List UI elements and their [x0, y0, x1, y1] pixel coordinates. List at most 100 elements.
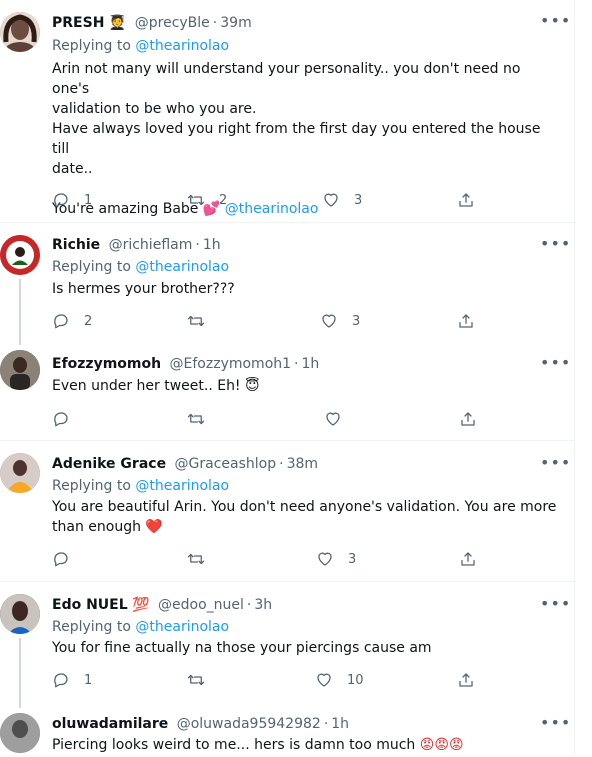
like-count: 3: [348, 551, 357, 567]
share-icon: [459, 193, 473, 207]
timestamp[interactable]: 1h: [302, 356, 320, 372]
tweet-efozzymomoh[interactable]: Efozzymomoh @Efozzymomoh1 · 1h ••• Even un…: [0, 350, 574, 440]
tweet-text: Is hermes your brother???: [52, 281, 235, 297]
like-button[interactable]: 10: [315, 670, 364, 690]
handle[interactable]: @oluwada95942982: [177, 716, 321, 732]
avatar[interactable]: [0, 713, 40, 753]
column-border: [574, 0, 575, 756]
reply-button[interactable]: 1: [52, 670, 92, 690]
avatar[interactable]: [0, 350, 40, 390]
display-name[interactable]: oluwadamilare: [52, 716, 168, 732]
handle[interactable]: @richieflam: [109, 237, 193, 253]
share-icon: [461, 412, 475, 426]
replying-to-label: Replying to: [52, 478, 131, 494]
display-name[interactable]: Adenike Grace: [52, 456, 166, 472]
tweet-presh[interactable]: PRESH 🧑‍🎓 @precyBle · 39m ••• Replying to …: [0, 0, 574, 223]
display-name[interactable]: Efozzymomoh: [52, 356, 161, 372]
thread-line: [19, 279, 21, 345]
tweet-adenike[interactable]: Adenike Grace @Graceashlop · 38m ••• Reply…: [0, 441, 574, 582]
timestamp[interactable]: 1h: [331, 716, 349, 732]
reply-button[interactable]: [52, 409, 70, 429]
retweet-button[interactable]: [187, 549, 205, 569]
reply-mention[interactable]: @thearinolao: [135, 478, 229, 494]
retweet-count: 2: [219, 192, 228, 208]
display-name[interactable]: Edo NUEL: [52, 597, 128, 613]
avatar[interactable]: [0, 453, 40, 493]
share-button[interactable]: [457, 190, 475, 210]
tweet-edo-nuel[interactable]: Edo NUEL 💯 @edoo_nuel · 3h ••• Replying to…: [0, 582, 574, 757]
like-button[interactable]: 3: [316, 549, 356, 569]
retweet-button[interactable]: 2: [187, 190, 227, 210]
avatar[interactable]: [0, 594, 40, 634]
handle[interactable]: @Graceashlop: [175, 456, 277, 472]
more-icon[interactable]: •••: [540, 453, 571, 472]
retweet-button[interactable]: [187, 670, 205, 690]
reply-icon: [54, 193, 68, 208]
avatar[interactable]: [0, 235, 40, 275]
handle[interactable]: @precyBle: [135, 15, 210, 31]
timestamp[interactable]: 3h: [254, 597, 272, 613]
reply-mention[interactable]: @thearinolao: [135, 619, 229, 635]
display-name[interactable]: PRESH: [52, 15, 104, 31]
retweet-icon: [187, 315, 205, 327]
reply-button[interactable]: [52, 549, 70, 569]
badge-emoji: 💯: [132, 597, 150, 613]
angry-emoji: 😡😡😡: [419, 737, 464, 753]
retweet-icon: [187, 413, 205, 425]
badge-emoji: 🧑‍🎓: [108, 15, 127, 31]
reply-icon: [54, 673, 68, 688]
like-count: 10: [347, 672, 364, 688]
timestamp[interactable]: 38m: [287, 456, 318, 472]
reply-count: 1: [84, 192, 93, 208]
share-icon: [461, 552, 475, 566]
tweet-richie[interactable]: Richie @richieflam · 1h ••• Replying to @t…: [0, 222, 574, 440]
retweet-button[interactable]: [187, 409, 205, 429]
tweet-text: You are beautiful Arin. You don't need a…: [52, 499, 557, 535]
tweet-text: Even under her tweet.. Eh! 😇: [52, 378, 260, 394]
reply-mention[interactable]: @thearinolao: [135, 259, 229, 275]
retweet-icon: [187, 674, 205, 686]
more-icon[interactable]: •••: [540, 353, 571, 372]
timestamp[interactable]: 39m: [220, 15, 251, 31]
retweet-icon: [187, 194, 205, 206]
tweet-text: Piercing looks weird to me... hers is da…: [52, 737, 464, 753]
like-button[interactable]: 3: [322, 190, 362, 210]
handle[interactable]: @edoo_nuel: [158, 597, 244, 613]
retweet-icon: [187, 553, 205, 565]
reply-mention[interactable]: @thearinolao: [135, 38, 229, 54]
share-button[interactable]: [457, 311, 475, 331]
reply-icon: [54, 314, 68, 329]
red-heart-emoji: ❤️: [145, 519, 163, 535]
tweet-oluwadamilare[interactable]: oluwadamilare @oluwada95942982 · 1h ••• Pi…: [0, 710, 574, 757]
reply-button[interactable]: 2: [52, 311, 92, 331]
more-icon[interactable]: •••: [540, 713, 571, 732]
like-icon: [326, 412, 340, 426]
share-icon: [459, 673, 473, 687]
like-icon: [318, 552, 332, 566]
share-button[interactable]: [457, 670, 475, 690]
like-icon: [324, 193, 338, 207]
more-icon[interactable]: •••: [540, 594, 571, 613]
like-button[interactable]: [324, 409, 342, 429]
like-button[interactable]: 3: [320, 311, 360, 331]
handle[interactable]: @Efozzymomoh1: [170, 356, 292, 372]
retweet-button[interactable]: [187, 311, 205, 331]
share-icon: [459, 314, 473, 328]
timestamp[interactable]: 1h: [203, 237, 221, 253]
like-icon: [322, 314, 336, 328]
more-icon[interactable]: •••: [540, 11, 571, 30]
avatar[interactable]: [0, 12, 40, 52]
reply-count: 2: [84, 313, 93, 329]
replying-to-label: Replying to: [52, 38, 131, 54]
share-button[interactable]: [459, 549, 477, 569]
like-count: 3: [352, 313, 361, 329]
like-count: 3: [354, 192, 363, 208]
share-button[interactable]: [459, 409, 477, 429]
reply-icon: [54, 412, 68, 427]
halo-emoji: 😇: [245, 378, 260, 394]
display-name[interactable]: Richie: [52, 237, 100, 253]
reply-icon: [54, 552, 68, 567]
replying-to-label: Replying to: [52, 619, 131, 635]
more-icon[interactable]: •••: [540, 234, 571, 253]
reply-button[interactable]: 1: [52, 190, 92, 210]
